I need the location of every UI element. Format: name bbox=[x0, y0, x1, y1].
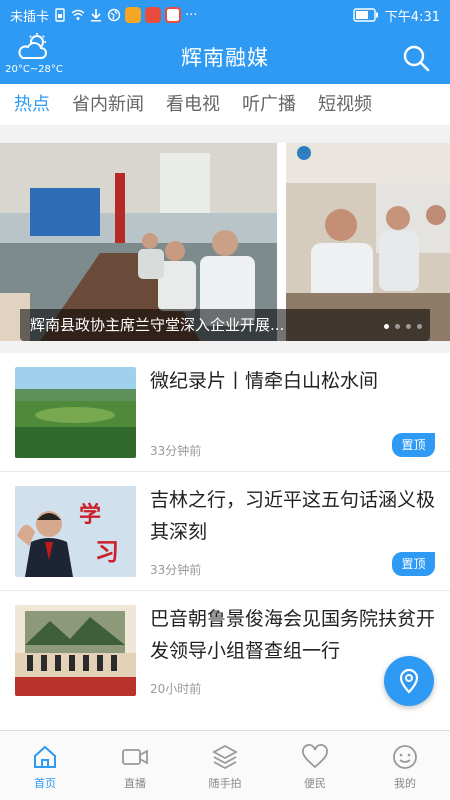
tab-listen-radio[interactable]: 听广播 bbox=[242, 84, 296, 126]
carousel-caption[interactable]: 辉南县政协主席兰守堂深入企业开展... bbox=[20, 309, 430, 341]
carousel-dot bbox=[384, 324, 389, 329]
news-time: 33分钟前 bbox=[150, 444, 202, 458]
nav-label: 直播 bbox=[124, 777, 146, 790]
pinned-badge: 置顶 bbox=[392, 433, 435, 457]
news-item[interactable]: 巴音朝鲁景俊海会见国务院扶贫开发领导小组督查组一行 20小时前 bbox=[0, 591, 450, 710]
news-title: 微纪录片丨情牵白山松水间 bbox=[150, 370, 379, 392]
nav-label: 首页 bbox=[34, 777, 56, 790]
nav-live[interactable]: 直播 bbox=[90, 731, 180, 800]
news-item[interactable]: 微纪录片丨情牵白山松水间 33分钟前 置顶 bbox=[0, 353, 450, 472]
pinned-badge: 置顶 bbox=[392, 552, 435, 576]
clock: 下午4:31 bbox=[384, 9, 440, 25]
wifi-icon bbox=[71, 9, 85, 20]
meeting-hall-thumbnail bbox=[15, 605, 136, 696]
nav-home[interactable]: 首页 bbox=[0, 731, 90, 800]
app-header: 20°C~28°C 辉南融媒 bbox=[0, 30, 450, 84]
nav-snapshot[interactable]: 随手拍 bbox=[180, 731, 270, 800]
tab-provincial-news[interactable]: 省内新闻 bbox=[72, 84, 144, 126]
landscape-thumbnail bbox=[15, 367, 136, 458]
download-icon bbox=[91, 9, 102, 22]
bottom-navigation: 首页 直播 随手拍 便民 我的 bbox=[0, 730, 450, 800]
carousel-dot bbox=[406, 324, 411, 329]
tab-watch-tv[interactable]: 看电视 bbox=[166, 84, 220, 126]
nav-profile[interactable]: 我的 bbox=[360, 731, 450, 800]
tab-hot[interactable]: 热点 bbox=[14, 84, 50, 126]
nav-label: 随手拍 bbox=[208, 777, 242, 790]
news-item[interactable]: 学 习 吉林之行，习近平这五句话涵义极其深刻 33分钟前 置顶 bbox=[0, 472, 450, 591]
tab-short-video[interactable]: 短视频 bbox=[318, 84, 372, 126]
category-tabs: 热点 省内新闻 看电视 听广播 短视频 bbox=[0, 84, 450, 126]
home-icon bbox=[34, 745, 56, 768]
layers-icon bbox=[212, 744, 238, 770]
location-button[interactable] bbox=[384, 656, 434, 706]
nav-label: 便民 bbox=[304, 777, 326, 790]
news-time: 33分钟前 bbox=[150, 563, 202, 577]
search-icon[interactable] bbox=[402, 44, 430, 72]
news-thumbnail: 学 习 bbox=[15, 486, 136, 577]
video-camera-icon bbox=[122, 749, 148, 765]
location-pin-icon bbox=[399, 668, 419, 694]
news-time: 20小时前 bbox=[150, 682, 202, 696]
news-title: 巴音朝鲁景俊海会见国务院扶贫开发领导小组督查组一行 bbox=[150, 608, 436, 662]
svg-text:习: 习 bbox=[95, 537, 119, 566]
weibo-red-icon bbox=[165, 7, 182, 23]
weibo-icon bbox=[125, 7, 142, 23]
battery-icon bbox=[353, 8, 378, 22]
app-title: 辉南融媒 bbox=[181, 46, 269, 70]
smiley-icon bbox=[393, 745, 417, 769]
svg-text:学: 学 bbox=[79, 502, 101, 528]
news-thumbnail bbox=[15, 367, 136, 458]
carrier-text: 未插卡 bbox=[10, 9, 50, 25]
news-title: 吉林之行，习近平这五句话涵义极其深刻 bbox=[150, 489, 436, 543]
news-list: 微纪录片丨情牵白山松水间 33分钟前 置顶 学 习 吉林之行，习近平这五句话涵义… bbox=[0, 353, 450, 730]
portrait-banner-thumbnail: 学 习 bbox=[15, 486, 136, 577]
news-thumbnail bbox=[15, 605, 136, 696]
globe-icon bbox=[107, 8, 121, 22]
headline-carousel[interactable]: 辉南县政协主席兰守堂深入企业开展... bbox=[0, 143, 450, 341]
app-notify-icon bbox=[145, 7, 162, 23]
sim-icon bbox=[55, 8, 65, 22]
carousel-dot bbox=[395, 324, 400, 329]
more-notifications: ··· bbox=[185, 7, 198, 23]
nav-services[interactable]: 便民 bbox=[270, 731, 360, 800]
heart-icon bbox=[302, 744, 328, 769]
carousel-indicator bbox=[384, 324, 422, 329]
status-bar: 未插卡 ··· 下午4:31 bbox=[0, 0, 450, 30]
nav-label: 我的 bbox=[394, 777, 416, 790]
carousel-dot bbox=[417, 324, 422, 329]
